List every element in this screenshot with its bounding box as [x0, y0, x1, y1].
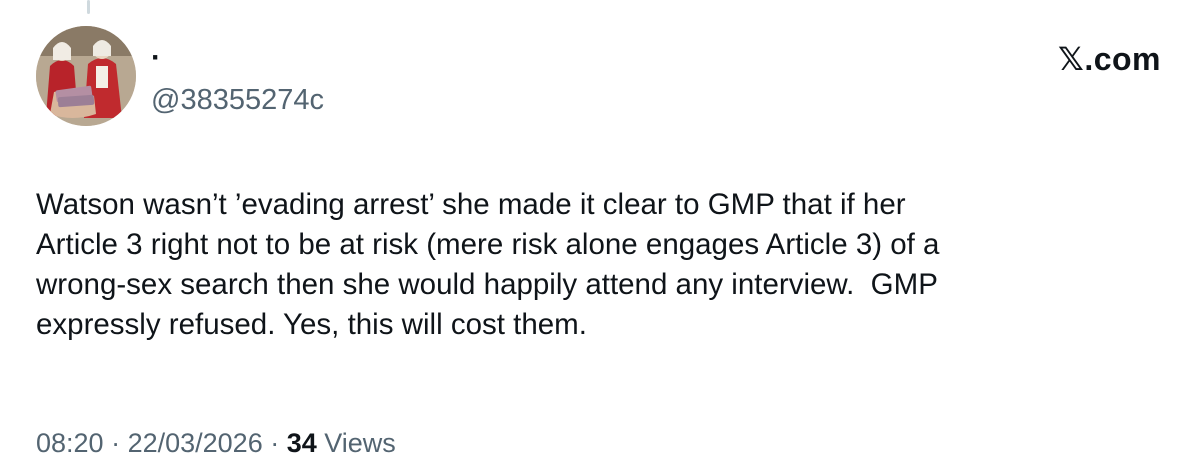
x-com-brand-logo: 𝕏.com	[1058, 40, 1161, 78]
author-display-name[interactable]: ·	[151, 40, 161, 76]
tweet-date[interactable]: 22/03/2026	[128, 428, 263, 458]
tweet-text: Watson wasn’t ’evading arrest’ she made …	[36, 188, 940, 341]
tweet-metadata: 08:20 · 22/03/2026 · 34 Views	[36, 426, 396, 460]
views-count: 34	[286, 428, 317, 458]
avatar-photo	[36, 26, 136, 126]
x-logo-icon: 𝕏	[1058, 40, 1085, 78]
author-handle[interactable]: @38355274c	[151, 83, 324, 117]
brand-domain-label: .com	[1084, 41, 1161, 77]
thread-connector-line	[87, 0, 90, 14]
meta-separator: ·	[262, 428, 287, 458]
views-label: Views	[316, 428, 396, 458]
tweet-time[interactable]: 08:20	[36, 428, 104, 458]
meta-separator: ·	[103, 428, 128, 458]
avatar[interactable]	[36, 26, 136, 126]
